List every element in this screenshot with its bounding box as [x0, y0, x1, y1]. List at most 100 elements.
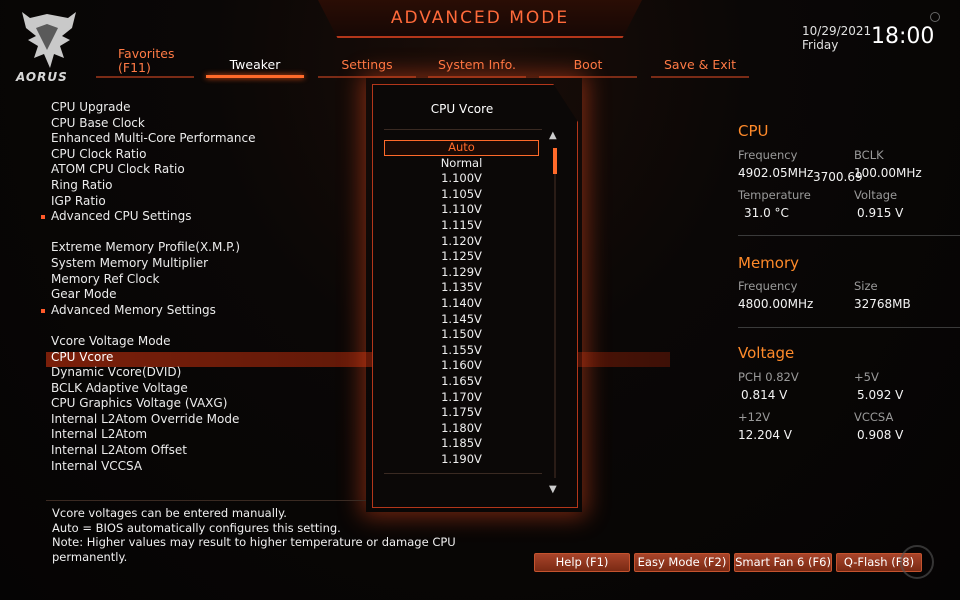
menu-dot-icon[interactable] [930, 12, 940, 22]
tab-tweaker-label: Tweaker [229, 57, 281, 72]
menu-item-cpu-upgrade[interactable]: CPU Upgrade [46, 100, 366, 116]
option-voltage[interactable]: 1.120V [384, 234, 539, 250]
menu-item-l2atom-override-mode[interactable]: Internal L2Atom Override Mode [46, 412, 366, 428]
menu-item-cpu-vcore[interactable]: CPU Vcore [46, 350, 366, 366]
scroll-down-arrow-icon[interactable]: ▼ [549, 484, 557, 495]
option-voltage[interactable]: 1.150V [384, 327, 539, 343]
cpu-temperature-value: 31.0 °C [744, 206, 789, 220]
logo-text: AORUS [16, 70, 68, 84]
cpu-panel-title: CPU [738, 122, 769, 140]
tab-bar: Favorites (F11) Tweaker Settings System … [96, 42, 756, 82]
popup-divider [384, 129, 542, 130]
option-voltage[interactable]: 1.185V [384, 436, 539, 452]
tab-system-info[interactable]: System Info. [428, 42, 526, 78]
option-voltage[interactable]: 1.115V [384, 218, 539, 234]
help-line: Vcore voltages can be entered manually. [52, 506, 287, 520]
option-voltage[interactable]: 1.155V [384, 343, 539, 359]
tab-settings[interactable]: Settings [318, 42, 416, 78]
easy-mode-button[interactable]: Easy Mode (F2) [634, 553, 730, 572]
smart-fan-button[interactable]: Smart Fan 6 (F6) [734, 553, 832, 572]
option-voltage[interactable]: 1.160V [384, 358, 539, 374]
memory-panel-title: Memory [738, 254, 800, 272]
help-line: Note: Higher values may result to higher… [52, 535, 456, 549]
12v-value: 12.204 V [738, 428, 793, 442]
memory-size-value: 32768MB [854, 297, 911, 311]
menu-item-memory-ref-clock[interactable]: Memory Ref Clock [46, 272, 366, 288]
popup-scrollbar[interactable] [554, 148, 556, 478]
12v-label: +12V [738, 410, 771, 424]
popup-scroll-thumb[interactable] [553, 148, 557, 174]
option-voltage[interactable]: 1.135V [384, 280, 539, 296]
menu-item-cpu-clock-ratio[interactable]: CPU Clock Ratio [46, 147, 366, 163]
option-voltage[interactable]: 1.170V [384, 390, 539, 406]
option-voltage[interactable]: 1.105V [384, 187, 539, 203]
menu-item-internal-vccsa[interactable]: Internal VCCSA [46, 459, 366, 475]
popup-title: CPU Vcore [430, 102, 494, 116]
menu-item-internal-l2atom[interactable]: Internal L2Atom [46, 427, 366, 443]
menu-item-cpu-base-clock[interactable]: CPU Base Clock [46, 116, 366, 132]
scroll-up-arrow-icon[interactable]: ▲ [549, 130, 557, 141]
option-voltage[interactable]: 1.140V [384, 296, 539, 312]
memory-panel-divider [738, 327, 960, 328]
option-voltage[interactable]: 1.110V [384, 202, 539, 218]
5v-label: +5V [854, 370, 879, 384]
help-button[interactable]: Help (F1) [534, 553, 630, 572]
voltage-panel-title: Voltage [738, 344, 795, 362]
vccsa-value: 0.908 V [857, 428, 904, 442]
cpu-voltage-label: Voltage [854, 188, 898, 202]
tab-save-exit[interactable]: Save & Exit [651, 42, 749, 78]
tab-tweaker[interactable]: Tweaker [206, 42, 304, 78]
top-bar: ADVANCED MODE AORUS 10/29/2021 Friday 18… [0, 0, 960, 90]
help-text: Vcore voltages can be entered manually. … [52, 506, 472, 564]
cpu-frequency-value: 4902.05MHz [738, 166, 814, 180]
memory-size-label: Size [854, 279, 878, 293]
cpu-frequency-label: Frequency [738, 148, 798, 162]
menu-item-vcore-voltage-mode[interactable]: Vcore Voltage Mode [46, 334, 366, 350]
vccsa-label: VCCSA [854, 410, 894, 424]
tab-favorites[interactable]: Favorites (F11) [96, 42, 194, 78]
option-voltage[interactable]: 1.165V [384, 374, 539, 390]
memory-panel: Memory Frequency Size 4800.00MHz 32768MB [738, 254, 960, 328]
help-divider [46, 500, 366, 501]
menu-item-advanced-memory-settings[interactable]: Advanced Memory Settings [41, 303, 366, 319]
vcore-option-list: Auto Normal 1.100V 1.105V 1.110V 1.115V … [384, 140, 539, 467]
option-normal[interactable]: Normal [384, 156, 539, 172]
menu-item-igp-ratio[interactable]: IGP Ratio [46, 194, 366, 210]
option-auto[interactable]: Auto [384, 140, 539, 156]
menu-item-ring-ratio[interactable]: Ring Ratio [46, 178, 366, 194]
date-display: 10/29/2021 Friday [802, 24, 871, 52]
tab-favorites-key: (F11) [118, 60, 151, 75]
menu-item-dynamic-vcore[interactable]: Dynamic Vcore(DVID) [46, 365, 366, 381]
pch-voltage-label: PCH 0.82V [738, 370, 799, 384]
option-voltage[interactable]: 1.145V [384, 312, 539, 328]
menu-item-atom-cpu-clock-ratio[interactable]: ATOM CPU Clock Ratio [46, 162, 366, 178]
popup-bottom-divider [384, 473, 542, 474]
menu-item-advanced-cpu-settings[interactable]: Advanced CPU Settings [41, 209, 366, 225]
cpu-bclk-value: 100.00MHz [854, 166, 922, 180]
pch-voltage-value: 0.814 V [741, 388, 788, 402]
option-voltage[interactable]: 1.180V [384, 421, 539, 437]
memory-frequency-value: 4800.00MHz [738, 297, 814, 311]
menu-item-enhanced-multi-core[interactable]: Enhanced Multi-Core Performance [46, 131, 366, 147]
option-voltage[interactable]: 1.175V [384, 405, 539, 421]
menu-item-bclk-adaptive-voltage[interactable]: BCLK Adaptive Voltage [46, 381, 366, 397]
tab-boot[interactable]: Boot [539, 42, 637, 78]
option-voltage[interactable]: 1.190V [384, 452, 539, 468]
day: Friday [802, 38, 839, 52]
help-line: Auto = BIOS automatically configures thi… [52, 520, 341, 535]
menu-item-xmp[interactable]: Extreme Memory Profile(X.M.P.) [46, 240, 366, 256]
menu-item-internal-l2atom-offset[interactable]: Internal L2Atom Offset [46, 443, 366, 459]
tab-system-info-label: System Info. [438, 57, 516, 72]
option-voltage[interactable]: 1.125V [384, 249, 539, 265]
clock: 18:00 [871, 24, 935, 49]
date: 10/29/2021 [802, 24, 872, 38]
menu-item-system-memory-multiplier[interactable]: System Memory Multiplier [46, 256, 366, 272]
option-voltage[interactable]: 1.129V [384, 265, 539, 281]
voltage-panel: Voltage PCH 0.82V +5V 0.814 V 5.092 V +1… [738, 344, 960, 454]
tab-boot-label: Boot [573, 57, 603, 72]
menu-item-cpu-graphics-voltage[interactable]: CPU Graphics Voltage (VAXG) [46, 396, 366, 412]
menu-item-gear-mode[interactable]: Gear Mode [46, 287, 366, 303]
cpu-temperature-label: Temperature [738, 188, 811, 202]
cpu-bclk-label: BCLK [854, 148, 884, 162]
option-voltage[interactable]: 1.100V [384, 171, 539, 187]
